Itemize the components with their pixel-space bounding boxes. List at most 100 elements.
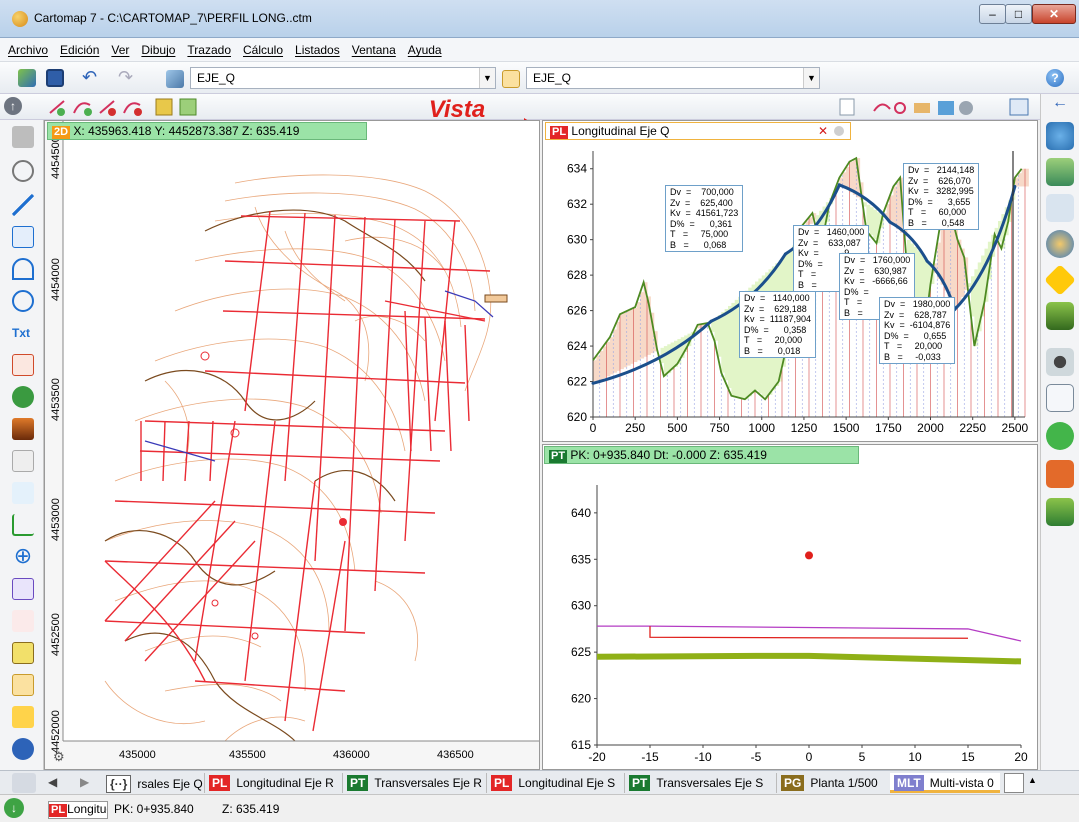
menu-ver[interactable]: Ver bbox=[103, 38, 133, 62]
profile-y-tick: 628 bbox=[567, 268, 587, 282]
tab-multi-vista[interactable]: MLT Multi-vista 0 bbox=[890, 773, 1000, 793]
xyz-point-icon[interactable] bbox=[12, 610, 34, 632]
add-curve-icon[interactable] bbox=[73, 102, 92, 116]
trash-icon[interactable] bbox=[12, 773, 36, 793]
menu-ayuda[interactable]: Ayuda bbox=[400, 38, 446, 62]
tab-label: Planta 1/500 bbox=[810, 776, 878, 790]
circle-tool-icon[interactable] bbox=[12, 290, 34, 312]
settings-map-icon[interactable] bbox=[1046, 498, 1074, 526]
settings-gear-icon[interactable] bbox=[959, 101, 973, 115]
help-icon[interactable]: ? bbox=[1046, 69, 1064, 87]
warning-sign-icon[interactable] bbox=[1044, 264, 1076, 296]
new-tab-icon[interactable] bbox=[1004, 773, 1024, 793]
menu-edicion[interactable]: Edición bbox=[52, 38, 103, 62]
zoom-icon[interactable] bbox=[12, 160, 34, 182]
close-window-button[interactable]: ✕ bbox=[1032, 4, 1076, 24]
tab-tag: PT bbox=[347, 775, 369, 791]
crosshair-icon[interactable]: ⊕ bbox=[12, 545, 34, 568]
text-tool-icon[interactable]: Txt bbox=[12, 322, 34, 344]
plan-view[interactable]: 4454500 4454000 4453500 4453000 4452500 … bbox=[44, 120, 540, 770]
circle-tool-icon[interactable] bbox=[894, 102, 906, 114]
refresh-icon[interactable] bbox=[1046, 422, 1074, 450]
undo-icon[interactable]: ↶ bbox=[82, 68, 106, 87]
chevron-down-icon[interactable]: ▼ bbox=[803, 68, 819, 88]
profile-line-icon[interactable] bbox=[12, 482, 34, 504]
menu-archivo[interactable]: Archivo bbox=[0, 38, 52, 62]
ruler-settings-icon[interactable]: ⚙ bbox=[53, 749, 65, 764]
angle-icon[interactable] bbox=[12, 514, 34, 536]
cross-y-tick: 625 bbox=[571, 645, 591, 659]
arc-tool-icon[interactable] bbox=[12, 258, 34, 280]
cross-section-view[interactable]: 615 620 625 630 635 640 -20 -15 -10 -5 0 5 10 15 20 PT… bbox=[542, 444, 1038, 770]
profile-axis-select[interactable]: EJE_Q ▼ bbox=[526, 67, 820, 89]
terrain-icon[interactable] bbox=[1046, 302, 1074, 330]
menu-listados[interactable]: Listados bbox=[287, 38, 344, 62]
survey-icon[interactable] bbox=[1046, 194, 1074, 222]
curve-label-line: D% = 0,358 bbox=[744, 324, 807, 335]
curve-label-line: Kv = 41561,723 bbox=[670, 208, 739, 218]
tab-transversales-r[interactable]: PT Transversales Eje R bbox=[342, 773, 484, 793]
tab-tag: {··} bbox=[106, 775, 132, 793]
select-icon[interactable] bbox=[839, 98, 855, 116]
layers-3d-icon[interactable] bbox=[1046, 158, 1074, 186]
axis-select[interactable]: EJE_Q ▼ bbox=[190, 67, 496, 89]
layer-icon[interactable] bbox=[914, 103, 930, 113]
menu-ventana[interactable]: Ventana bbox=[344, 38, 400, 62]
world-icon[interactable] bbox=[1046, 230, 1074, 258]
delete-line-icon[interactable] bbox=[99, 100, 116, 116]
arrow-left-icon[interactable]: ← bbox=[1046, 95, 1074, 111]
add-line-icon[interactable] bbox=[49, 100, 65, 116]
dimension-icon[interactable] bbox=[12, 354, 34, 376]
polyline-tool-icon[interactable] bbox=[12, 226, 34, 248]
points-icon[interactable] bbox=[12, 450, 34, 472]
tab-transversales-s[interactable]: PT Transversales Eje S bbox=[624, 773, 774, 793]
pin-icon[interactable] bbox=[834, 126, 844, 136]
save-icon[interactable] bbox=[46, 69, 64, 87]
3d-view-icon[interactable] bbox=[1046, 384, 1074, 412]
maximize-button[interactable]: □ bbox=[1005, 4, 1032, 24]
edit-icon[interactable] bbox=[155, 98, 173, 116]
redo-icon[interactable]: ↷ bbox=[118, 68, 142, 87]
menu-calculo[interactable]: Cálculo bbox=[235, 38, 287, 62]
tab-tag: MLT bbox=[894, 775, 924, 791]
line-tool-icon[interactable] bbox=[12, 194, 34, 216]
polygon-icon[interactable] bbox=[12, 642, 34, 664]
cross-badge: PT bbox=[549, 450, 568, 463]
link-icon[interactable] bbox=[1046, 460, 1074, 488]
menu-dibujo[interactable]: Dibujo bbox=[133, 38, 179, 62]
curve-label-line: D% = bbox=[844, 286, 897, 297]
sheet-icon[interactable] bbox=[12, 674, 34, 696]
hatch-icon[interactable] bbox=[12, 578, 34, 600]
walk-icon[interactable] bbox=[12, 126, 34, 148]
curve-tool-icon[interactable] bbox=[873, 103, 891, 112]
tab-next-icon[interactable]: ▶ bbox=[76, 773, 98, 793]
close-profile-icon[interactable]: ✕ bbox=[818, 124, 828, 138]
tab-transversales-q[interactable]: {··} rsales Eje Q bbox=[102, 773, 203, 793]
sphere-icon[interactable] bbox=[1046, 122, 1074, 150]
curve-label-line: D% = 0,655 bbox=[884, 330, 947, 341]
tab-list-chevron-icon[interactable]: ▲ bbox=[1024, 773, 1038, 793]
profile-tab[interactable]: PL Longitudinal Eje Q ✕ bbox=[545, 122, 851, 140]
globe-icon[interactable] bbox=[12, 738, 34, 760]
status-view-text: Longitud bbox=[67, 802, 107, 816]
image-icon[interactable] bbox=[12, 418, 34, 440]
profile-view[interactable]: 620 622 624 626 628 630 632 634 0 250 500 750 1000 12… bbox=[542, 120, 1038, 442]
highlight-icon[interactable] bbox=[12, 706, 34, 728]
target-icon[interactable] bbox=[12, 386, 34, 408]
tab-longitudinal-r[interactable]: PL Longitudinal Eje R bbox=[204, 773, 340, 793]
open-project-icon[interactable] bbox=[18, 69, 36, 87]
minimize-button[interactable]: – bbox=[979, 4, 1006, 24]
delete-curve-icon[interactable] bbox=[123, 102, 142, 116]
down-arrow-icon[interactable]: ↓ bbox=[4, 798, 24, 818]
grid-icon[interactable] bbox=[179, 98, 197, 116]
tab-planta[interactable]: PG Planta 1/500 bbox=[776, 773, 888, 793]
cross-current-point bbox=[805, 551, 813, 560]
menu-trazado[interactable]: Trazado bbox=[179, 38, 235, 62]
chevron-down-icon[interactable]: ▼ bbox=[479, 68, 495, 88]
up-arrow-icon[interactable]: ↑ bbox=[4, 97, 22, 115]
eye-icon[interactable] bbox=[1046, 348, 1074, 376]
tab-prev-icon[interactable]: ◀ bbox=[44, 773, 66, 793]
layers-icon[interactable] bbox=[938, 101, 954, 115]
window-layout-icon[interactable] bbox=[1009, 98, 1029, 116]
tab-longitudinal-s[interactable]: PL Longitudinal Eje S bbox=[486, 773, 622, 793]
